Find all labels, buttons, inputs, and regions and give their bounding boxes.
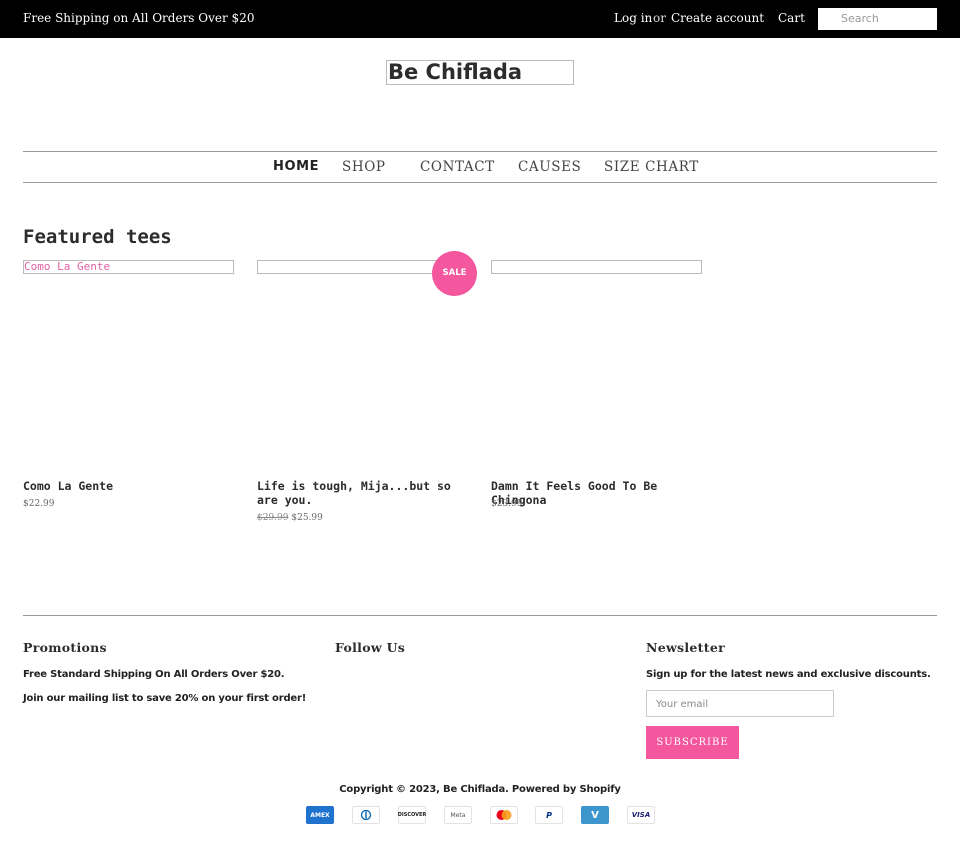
product-price: $23.99 [491, 499, 523, 509]
product-price-group: $29.99 $25.99 [257, 513, 323, 523]
site-logo[interactable]: Be Chiflada [386, 60, 574, 85]
product-image[interactable] [491, 260, 702, 274]
original-price: $29.99 [257, 513, 289, 523]
nav-item-shop[interactable]: SHOP [342, 159, 386, 175]
product-title[interactable]: Life is tough, Mija...but so are you. [257, 479, 472, 507]
main-nav: HOME SHOP CONTACT CAUSES SIZE CHART [0, 152, 960, 182]
product-price: $22.99 [23, 499, 55, 509]
cart-link[interactable]: Cart [778, 11, 805, 25]
footer-divider [23, 615, 937, 616]
or-separator: or [653, 11, 666, 25]
login-link[interactable]: Log in [614, 11, 652, 25]
copyright: Copyright © 2023, Be Chiflada. Powered b… [339, 784, 621, 795]
featured-title: Featured tees [23, 226, 172, 248]
promotions-heading: Promotions [23, 640, 107, 655]
shipping-promo-text: Free Shipping on All Orders Over $20 [23, 11, 255, 25]
follow-us-heading: Follow Us [335, 640, 406, 655]
nav-item-contact[interactable]: CONTACT [420, 159, 495, 175]
sale-badge: SALE [432, 251, 477, 296]
product-title[interactable]: Como La Gente [23, 479, 238, 493]
promotions-text: Free Standard Shipping On All Orders Ove… [23, 669, 285, 680]
search-input[interactable]: Search [818, 8, 937, 30]
visa-icon: VISA [627, 806, 655, 824]
sale-price: $25.99 [291, 513, 323, 523]
subscribe-button[interactable]: SUBSCRIBE [646, 726, 739, 759]
discover-icon: DISCOVER [398, 806, 426, 824]
newsletter-text: Sign up for the latest news and exclusiv… [646, 669, 931, 680]
nav-bottom-divider [23, 182, 937, 183]
promotions-text: Join our mailing list to save 20% on you… [23, 693, 307, 704]
product-title[interactable]: Damn It Feels Good To Be Chingona [491, 479, 706, 507]
newsletter-heading: Newsletter [646, 640, 725, 655]
product-image[interactable]: Como La Gente [23, 260, 234, 274]
meta-pay-icon: Meta [444, 806, 472, 824]
diners-icon [352, 806, 380, 824]
mastercard-icon [490, 806, 518, 824]
nav-item-causes[interactable]: CAUSES [518, 159, 581, 175]
amex-icon: AMEX [306, 806, 334, 824]
announcement-bar: Free Shipping on All Orders Over $20 Log… [0, 0, 960, 38]
email-field[interactable]: Your email [646, 690, 834, 717]
paypal-icon: P [535, 806, 563, 824]
nav-item-size-chart[interactable]: SIZE CHART [604, 159, 699, 175]
create-account-link[interactable]: Create account [671, 11, 764, 25]
venmo-icon: V [581, 806, 609, 824]
nav-item-home[interactable]: HOME [273, 159, 319, 174]
